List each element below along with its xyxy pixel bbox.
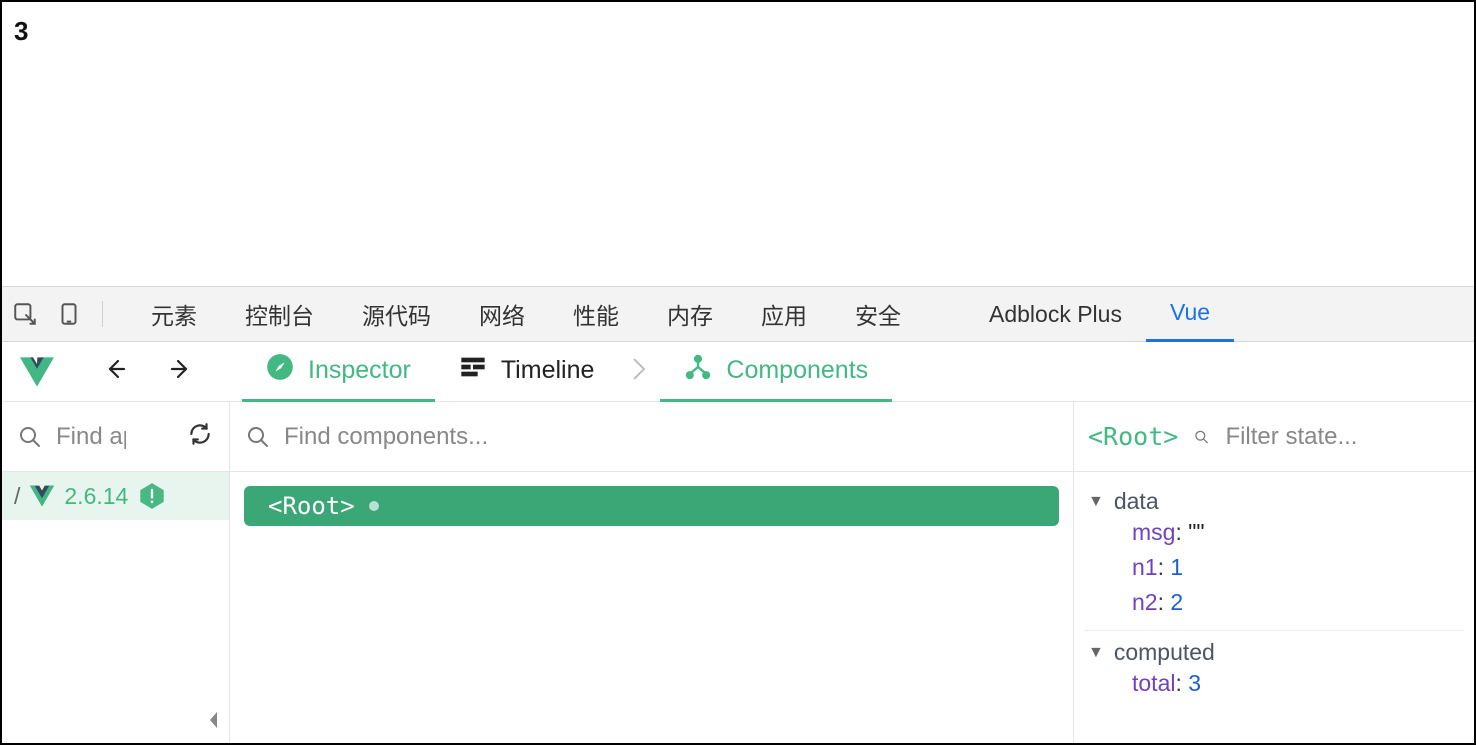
components-search-input[interactable] — [284, 423, 1057, 451]
breadcrumb-chevron-icon — [630, 354, 648, 389]
page-output-area: 3 — [2, 2, 1474, 286]
app-version: 2.6.14 — [64, 483, 128, 510]
vue-tab-components-label: Components — [726, 356, 868, 385]
devtools-tab-strip: 元素 控制台 源代码 网络 性能 内存 应用 安全 Adblock Plus V… — [2, 286, 1474, 342]
devtools-tab-security[interactable]: 安全 — [831, 286, 925, 342]
devtools-tab-performance[interactable]: 性能 — [549, 286, 643, 342]
state-panel: <Root> ▼ data msg: "" n1: 1 n2: 2 — [1074, 402, 1474, 743]
devtools-tab-network[interactable]: 网络 — [455, 286, 549, 342]
state-key: total — [1132, 670, 1175, 696]
refresh-apps-icon[interactable] — [187, 421, 213, 452]
app-warning-badge-icon — [138, 482, 166, 510]
vue-devtools-main: / 2.6.14 <Root> <Root> — [2, 402, 1474, 743]
state-key: msg — [1132, 519, 1175, 545]
search-icon — [246, 425, 270, 449]
devtools-tab-memory[interactable]: 内存 — [643, 286, 737, 342]
state-value: 1 — [1170, 554, 1183, 580]
components-search-row — [230, 402, 1073, 472]
page-output-value: 3 — [14, 16, 1462, 47]
vue-tab-inspector-label: Inspector — [308, 356, 411, 385]
vue-devtools-bar: Inspector Timeline Components — [2, 342, 1474, 402]
caret-down-icon: ▼ — [1088, 493, 1104, 511]
state-section-data-label: data — [1114, 488, 1159, 515]
caret-down-icon: ▼ — [1088, 644, 1104, 662]
vue-nav-forward-icon[interactable] — [168, 357, 192, 386]
apps-search-input[interactable] — [56, 423, 126, 451]
devtools-tab-adblock[interactable]: Adblock Plus — [965, 286, 1146, 342]
components-tree-icon — [684, 353, 712, 388]
state-section-computed-label: computed — [1114, 639, 1215, 666]
state-key: n1 — [1132, 554, 1158, 580]
state-row-msg[interactable]: msg: "" — [1088, 515, 1460, 550]
devtools-tab-elements[interactable]: 元素 — [127, 286, 221, 342]
state-value: "" — [1188, 519, 1204, 545]
collapse-panel-icon[interactable] — [199, 702, 229, 743]
apps-panel: / 2.6.14 — [2, 402, 230, 743]
vue-tab-timeline-label: Timeline — [501, 356, 595, 385]
search-icon — [1194, 425, 1209, 449]
state-section-data: ▼ data msg: "" n1: 1 n2: 2 — [1084, 480, 1464, 631]
component-tree-body: <Root> — [230, 472, 1073, 540]
state-row-total[interactable]: total: 3 — [1088, 666, 1460, 701]
app-item[interactable]: / 2.6.14 — [2, 472, 229, 520]
component-tree-panel: <Root> — [230, 402, 1074, 743]
devtools-tab-sources[interactable]: 源代码 — [338, 286, 455, 342]
vue-tab-timeline[interactable]: Timeline — [435, 342, 619, 402]
vue-nav-back-icon[interactable] — [104, 357, 128, 386]
state-panel-header: <Root> — [1074, 402, 1474, 472]
component-node-label: <Root> — [268, 492, 355, 520]
devtools-icon-group — [12, 301, 103, 327]
state-value: 2 — [1170, 589, 1183, 615]
component-tree-root-node[interactable]: <Root> — [244, 486, 1059, 526]
state-filter-input[interactable] — [1225, 423, 1460, 451]
state-value: 3 — [1188, 670, 1201, 696]
state-panel-title: <Root> — [1088, 422, 1178, 451]
compass-icon — [266, 353, 294, 388]
vue-tab-components[interactable]: Components — [660, 342, 892, 402]
vue-logo-small-icon — [30, 484, 54, 508]
vue-tab-inspector[interactable]: Inspector — [242, 342, 435, 402]
vue-logo-icon — [20, 355, 54, 389]
devtools-tab-vue[interactable]: Vue — [1146, 286, 1234, 342]
state-section-computed: ▼ computed total: 3 — [1084, 631, 1464, 711]
state-panel-body: ▼ data msg: "" n1: 1 n2: 2 ▼ computed — [1074, 472, 1474, 719]
state-section-data-header[interactable]: ▼ data — [1088, 488, 1460, 515]
state-section-computed-header[interactable]: ▼ computed — [1088, 639, 1460, 666]
timeline-icon — [459, 353, 487, 388]
inspect-element-icon[interactable] — [12, 301, 38, 327]
apps-search-row — [2, 402, 229, 472]
state-key: n2 — [1132, 589, 1158, 615]
device-toolbar-icon[interactable] — [56, 301, 82, 327]
state-row-n1[interactable]: n1: 1 — [1088, 550, 1460, 585]
devtools-tab-console[interactable]: 控制台 — [221, 286, 338, 342]
search-icon — [18, 425, 42, 449]
state-row-n2[interactable]: n2: 2 — [1088, 585, 1460, 620]
devtools-tab-application[interactable]: 应用 — [737, 286, 831, 342]
component-node-indicator-icon — [369, 501, 379, 511]
